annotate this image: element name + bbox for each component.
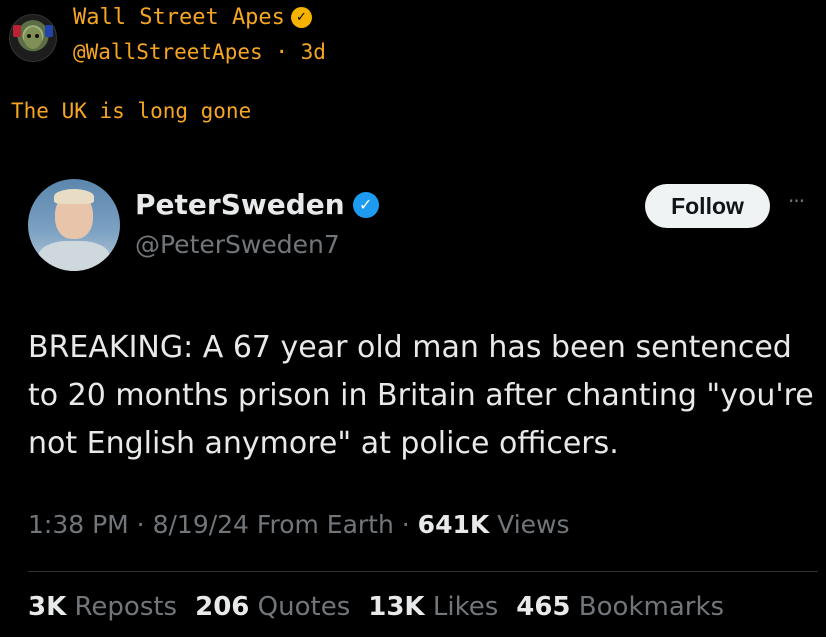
views-count[interactable]: 641K bbox=[418, 510, 490, 539]
quoted-tweet-text: BREAKING: A 67 year old man has been sen… bbox=[28, 330, 814, 461]
stat-label: Likes bbox=[424, 592, 499, 622]
more-horizontal-icon[interactable]: ··· bbox=[788, 189, 805, 213]
stat-count: 13K bbox=[368, 592, 425, 622]
outer-author-name-row[interactable]: Wall Street Apes ✓ bbox=[73, 5, 312, 30]
stat-label: Bookmarks bbox=[570, 592, 725, 622]
outer-timestamp[interactable]: 3d bbox=[301, 40, 326, 64]
follow-button[interactable]: Follow bbox=[645, 184, 770, 228]
tweet-time[interactable]: 1:38 PM bbox=[28, 510, 129, 539]
meta-separator: · bbox=[393, 510, 418, 539]
outer-separator: · bbox=[275, 40, 288, 64]
tweet-date[interactable]: 8/19/24 bbox=[153, 510, 249, 539]
stat-count: 3K bbox=[28, 592, 67, 622]
outer-author-handle[interactable]: @WallStreetApes bbox=[73, 40, 263, 64]
stat-quotes[interactable]: 206 Quotes bbox=[195, 592, 350, 622]
outer-author-handle-row: @WallStreetApes · 3d bbox=[73, 40, 326, 64]
divider bbox=[28, 571, 818, 572]
stat-label: Reposts bbox=[66, 592, 178, 622]
tweet-source: From Earth bbox=[248, 510, 394, 539]
quoted-author-name[interactable]: PeterSweden bbox=[135, 188, 345, 221]
verified-blue-icon: ✓ bbox=[352, 191, 379, 218]
quoted-author-handle[interactable]: @PeterSweden7 bbox=[135, 230, 340, 259]
outer-tweet-text: The UK is long gone bbox=[11, 99, 252, 123]
quoted-tweet-card[interactable]: PeterSweden ✓ @PeterSweden7 Follow ··· B… bbox=[0, 160, 826, 637]
views-label[interactable]: Views bbox=[489, 510, 569, 539]
stat-count: 206 bbox=[195, 592, 250, 622]
stat-bookmarks[interactable]: 465 Bookmarks bbox=[516, 592, 724, 622]
meta-separator: · bbox=[128, 510, 153, 539]
tweet-meta: 1:38 PM · 8/19/24 From Earth · 641K View… bbox=[28, 510, 570, 539]
quoted-author-name-row[interactable]: PeterSweden ✓ bbox=[135, 188, 379, 221]
stat-count: 465 bbox=[516, 592, 571, 622]
verified-gold-icon: ✓ bbox=[290, 7, 312, 28]
stat-label: Quotes bbox=[249, 592, 351, 622]
engagement-stats: 3K Reposts 206 Quotes 13K Likes 465 Book… bbox=[28, 592, 724, 622]
stat-reposts[interactable]: 3K Reposts bbox=[28, 592, 177, 622]
outer-tweet-header: Wall Street Apes ✓ @WallStreetApes · 3d bbox=[0, 0, 826, 80]
stat-likes[interactable]: 13K Likes bbox=[368, 592, 498, 622]
wallstreetapes-avatar[interactable] bbox=[9, 14, 57, 62]
outer-author-name[interactable]: Wall Street Apes bbox=[73, 5, 285, 30]
petersweden-avatar[interactable] bbox=[28, 179, 120, 271]
